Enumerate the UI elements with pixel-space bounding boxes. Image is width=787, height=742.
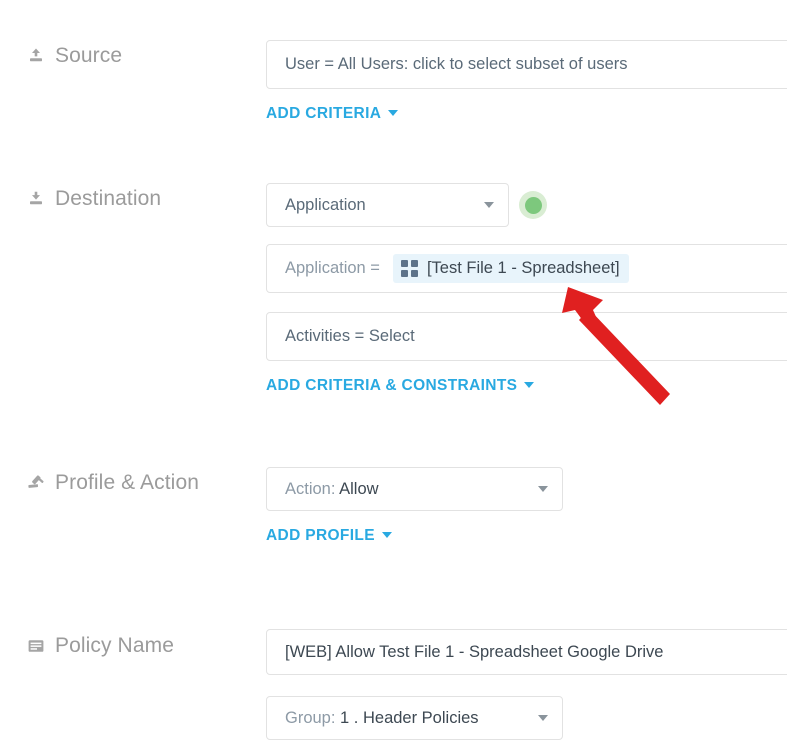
policy-group-select[interactable]: Group: 1 . Header Policies: [266, 696, 563, 740]
source-label-text: Source: [55, 44, 123, 67]
destination-type-row: Application: [266, 183, 787, 227]
destination-label-text: Destination: [55, 187, 162, 210]
profile-action-label: Profile & Action: [26, 471, 199, 495]
add-criteria-constraints-button[interactable]: ADD CRITERIA & CONSTRAINTS: [266, 377, 535, 395]
source-fields: User = All Users: click to select subset…: [266, 40, 787, 123]
action-prefix: Action:: [285, 479, 336, 498]
chevron-down-icon: [538, 715, 548, 721]
green-status-dot: [524, 196, 542, 214]
profile-action-fields: Action: Allow ADD PROFILE: [266, 467, 563, 545]
add-criteria-label: ADD CRITERIA: [266, 105, 382, 122]
policy-name-fields: [WEB] Allow Test File 1 - Spreadsheet Go…: [266, 629, 787, 740]
app-grid-icon: [400, 260, 418, 277]
gavel-icon: [26, 473, 46, 493]
document-lines-icon: [26, 636, 46, 656]
policy-name-input[interactable]: [WEB] Allow Test File 1 - Spreadsheet Go…: [266, 629, 787, 675]
download-icon: [26, 189, 46, 209]
destination-type-select[interactable]: Application: [266, 183, 509, 227]
destination-fields: Application Application = [Test File 1 -…: [266, 183, 787, 395]
application-chip[interactable]: [Test File 1 - Spreadsheet]: [392, 254, 629, 283]
action-value: Allow: [339, 479, 379, 498]
source-criteria-value: User = All Users: click to select subset…: [285, 55, 628, 73]
policy-name-label: Policy Name: [26, 634, 174, 658]
application-chip-label: [Test File 1 - Spreadsheet]: [426, 259, 620, 277]
destination-type-value: Application: [285, 195, 366, 214]
source-criteria-field[interactable]: User = All Users: click to select subset…: [266, 40, 787, 89]
profile-action-label-text: Profile & Action: [55, 471, 200, 494]
add-profile-button[interactable]: ADD PROFILE: [266, 527, 392, 545]
chevron-down-icon: [381, 532, 392, 538]
policy-group-value: 1 . Header Policies: [340, 708, 479, 727]
destination-application-field[interactable]: Application = [Test File 1 - Spreadsheet…: [266, 244, 787, 293]
policy-name-value: [WEB] Allow Test File 1 - Spreadsheet Go…: [285, 642, 664, 661]
chevron-down-icon: [388, 110, 399, 116]
source-label: Source: [26, 44, 122, 68]
status-badge: [518, 190, 548, 220]
add-criteria-button[interactable]: ADD CRITERIA: [266, 105, 399, 123]
policy-editor-form: Source User = All Users: click to select…: [0, 0, 787, 742]
chevron-down-icon: [484, 202, 494, 208]
add-profile-label: ADD PROFILE: [266, 527, 375, 544]
application-prefix: Application =: [285, 259, 380, 277]
destination-label: Destination: [26, 187, 161, 211]
upload-icon: [26, 46, 46, 66]
chevron-down-icon: [524, 382, 535, 388]
action-select[interactable]: Action: Allow: [266, 467, 563, 511]
chevron-down-icon: [538, 486, 548, 492]
policy-group-prefix: Group:: [285, 708, 336, 727]
policy-name-label-text: Policy Name: [55, 634, 174, 657]
add-criteria-constraints-label: ADD CRITERIA & CONSTRAINTS: [266, 377, 518, 394]
destination-activities-field[interactable]: Activities = Select: [266, 312, 787, 361]
destination-activities-value: Activities = Select: [285, 327, 415, 345]
